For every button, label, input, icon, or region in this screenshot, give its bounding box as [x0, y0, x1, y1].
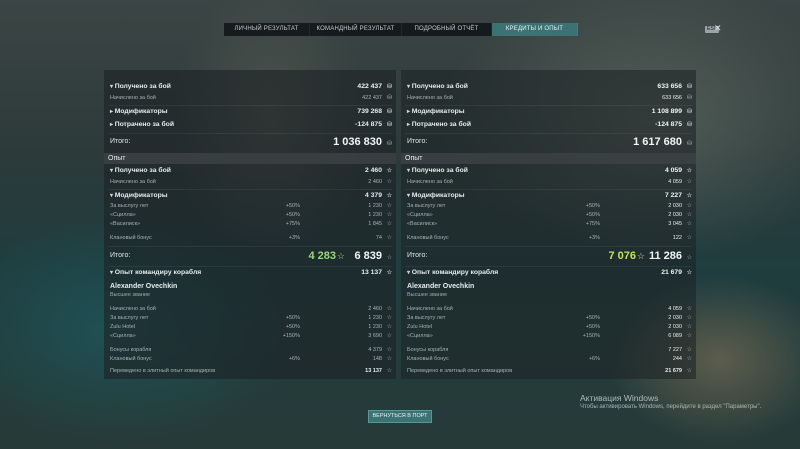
- credits-accrued-row: Начислено за бой 422 437 ⛁: [110, 95, 392, 101]
- credits-modifiers-row[interactable]: Модификаторы739 268⛁: [104, 107, 396, 117]
- star-icon: ☆: [386, 333, 392, 339]
- cmd-exp-row: «Сцилла» +150% 3 690 ☆: [110, 333, 392, 339]
- star-icon: ☆: [686, 356, 692, 362]
- star-icon: ☆: [686, 255, 692, 261]
- clan-bonus-row: Клановый бонус +3% 74 ☆: [110, 235, 392, 241]
- credits-total-row: Итого: 1 036 830 ⛁: [104, 135, 396, 149]
- star-icon: ☆: [686, 193, 692, 199]
- cmd-exp-row: «Сцилла» +150% 6 089 ☆: [407, 333, 692, 339]
- credit-icon: ⛁: [386, 95, 392, 101]
- star-icon: ☆: [686, 270, 692, 276]
- cmd-clan-row: Клановый бонус +6% 244 ☆: [407, 356, 692, 362]
- windows-activation-title: Активация Windows: [580, 393, 659, 403]
- modifier-row: «Василиск» +75% 3 045 ☆: [407, 221, 692, 227]
- credit-icon: ⛁: [686, 84, 692, 90]
- cmd-clan-row: Клановый бонус +6% 148 ☆: [110, 356, 392, 362]
- modifier-row: «Василиск» +75% 1 845 ☆: [110, 221, 392, 227]
- star-icon: ☆: [386, 221, 392, 227]
- right-panel: Получено за бой633 656⛁ Начислено за бой…: [401, 70, 696, 379]
- star-icon: ☆: [686, 168, 692, 174]
- commander-exp-row[interactable]: Опыт командиру корабля13 137☆: [104, 268, 396, 278]
- credits-modifiers-row[interactable]: Модификаторы1 108 899⛁: [401, 107, 696, 117]
- star-icon: ☆: [686, 221, 692, 227]
- credit-icon: ⛁: [386, 109, 392, 115]
- credit-icon: ⛁: [686, 141, 692, 147]
- clan-bonus-row: Клановый бонус +3% 122 ☆: [407, 235, 692, 241]
- star-icon: ☆: [636, 251, 645, 261]
- credits-total-row: Итого: 1 617 680 ⛁: [401, 135, 696, 149]
- exp-accrued-row: Начислено за бой 2 460 ☆: [110, 179, 392, 185]
- star-icon: ☆: [386, 193, 392, 199]
- commander-rank: Высшее звание: [407, 292, 448, 298]
- experience-band: Опыт: [401, 153, 696, 164]
- star-icon: ☆: [386, 168, 392, 174]
- star-icon: ☆: [336, 251, 345, 261]
- experience-band: Опыт: [104, 153, 396, 164]
- credits-received-row[interactable]: Получено за бой633 656⛁: [401, 82, 696, 92]
- exp-received-row[interactable]: Получено за бой4 059☆: [401, 166, 696, 176]
- exp-received-row[interactable]: Получено за бой2 460☆: [104, 166, 396, 176]
- credits-accrued-row: Начислено за бой 633 656 ⛁: [407, 95, 692, 101]
- credit-icon: ⛁: [386, 122, 392, 128]
- credits-spent-row[interactable]: Потрачено за бой-124 875⛁: [104, 120, 396, 130]
- commander-exp-row[interactable]: Опыт командиру корабля21 679☆: [401, 268, 696, 278]
- elite-star-icon: ☆: [386, 368, 392, 374]
- star-icon: ☆: [686, 235, 692, 241]
- left-panel: Получено за бой422 437⛁ Начислено за бой…: [104, 70, 396, 379]
- credit-icon: ⛁: [686, 109, 692, 115]
- windows-activation-text: Чтобы активировать Windows, перейдите в …: [580, 404, 762, 410]
- exp-total-row: Итого: 7 076 ☆ 11 286 ☆: [401, 249, 696, 263]
- tab-team-result[interactable]: КОМАНДНЫЙ РЕЗУЛЬТАТ: [310, 23, 402, 36]
- credit-icon: ⛁: [386, 141, 392, 147]
- credits-spent-row[interactable]: Потрачено за бой-124 875⛁: [401, 120, 696, 130]
- tab-detailed-report[interactable]: ПОДРОБНЫЙ ОТЧЁТ: [402, 23, 492, 36]
- credit-icon: ⛁: [686, 122, 692, 128]
- return-to-port-button[interactable]: ВЕРНУТЬСЯ В ПОРТ: [368, 410, 432, 423]
- elite-star-icon: ☆: [686, 368, 692, 374]
- elite-exp-row: Переведено в элитный опыт командиров 21 6…: [407, 368, 692, 374]
- results-tabs: ЛИЧНЫЙ РЕЗУЛЬТАТ КОМАНДНЫЙ РЕЗУЛЬТАТ ПОД…: [224, 23, 578, 36]
- star-icon: ☆: [386, 179, 392, 185]
- close-icon[interactable]: ✕: [714, 23, 722, 34]
- exp-modifiers-row[interactable]: Модификаторы7 227☆: [401, 191, 696, 201]
- credit-icon: ⛁: [386, 84, 392, 90]
- star-icon: ☆: [386, 255, 392, 261]
- exp-total-row: Итого: 4 283 ☆ 6 839 ☆: [104, 249, 396, 263]
- star-icon: ☆: [686, 179, 692, 185]
- credits-received-row[interactable]: Получено за бой422 437⛁: [104, 82, 396, 92]
- exp-accrued-row: Начислено за бой 4 059 ☆: [407, 179, 692, 185]
- commander-rank: Высшее звание: [110, 292, 151, 298]
- tab-credits-experience[interactable]: КРЕДИТЫ И ОПЫТ: [492, 23, 578, 36]
- credit-icon: ⛁: [686, 95, 692, 101]
- elite-exp-row: Переведено в элитный опыт командиров 13 1…: [110, 368, 392, 374]
- star-icon: ☆: [386, 235, 392, 241]
- star-icon: ☆: [386, 270, 392, 276]
- star-icon: ☆: [686, 333, 692, 339]
- exp-modifiers-row[interactable]: Модификаторы4 379☆: [104, 191, 396, 201]
- tab-personal-result[interactable]: ЛИЧНЫЙ РЕЗУЛЬТАТ: [224, 23, 310, 36]
- star-icon: ☆: [386, 356, 392, 362]
